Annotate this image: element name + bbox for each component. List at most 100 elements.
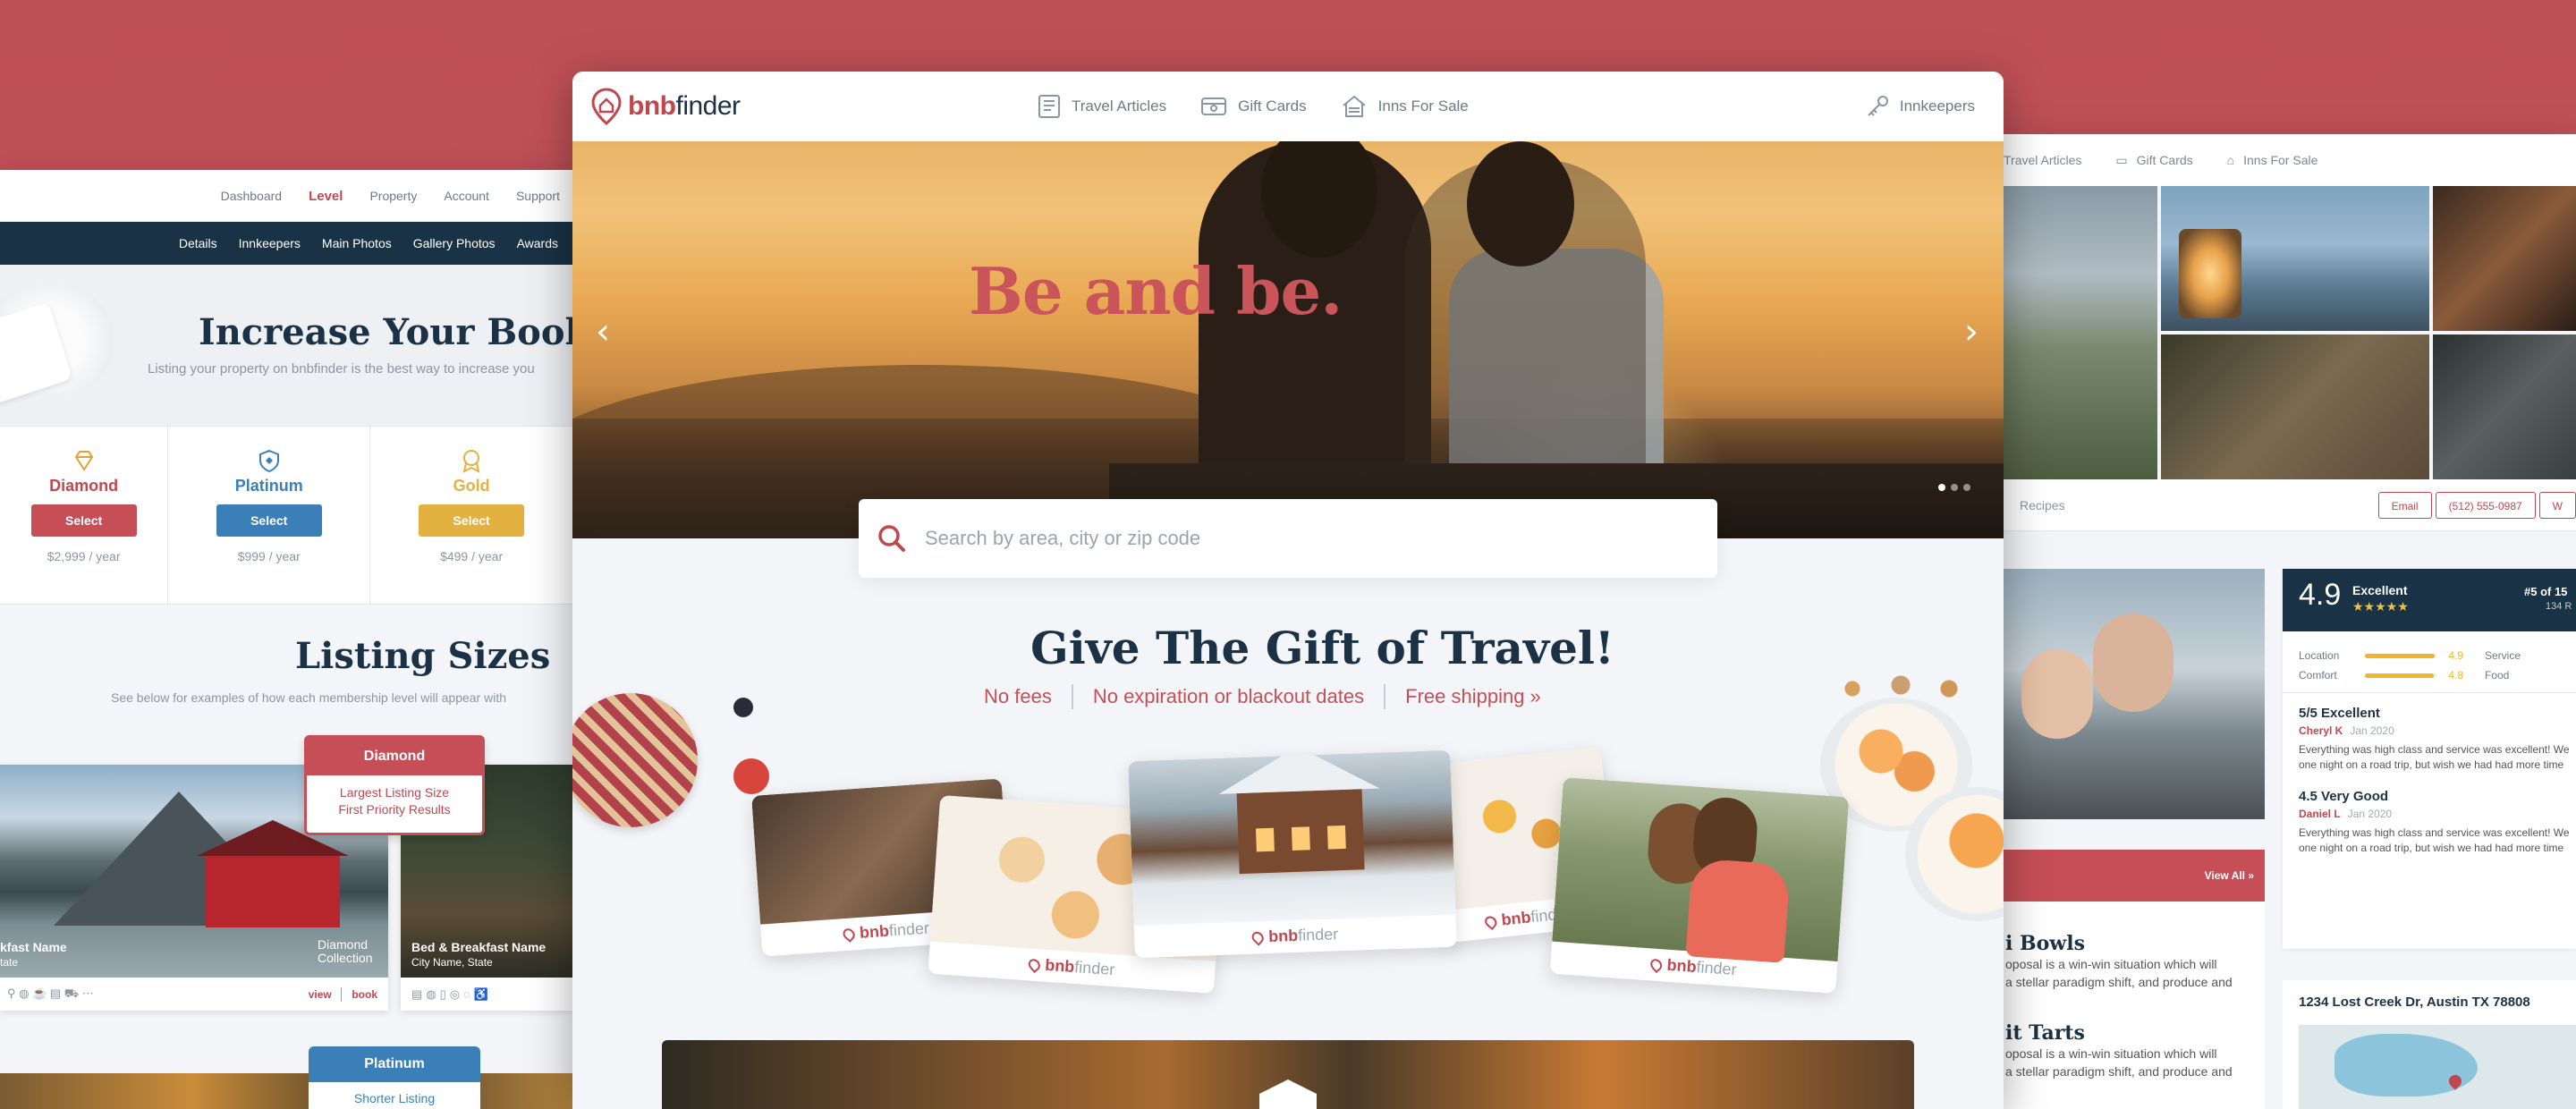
shirt-shape (1685, 858, 1791, 963)
rating-value: 4.9 (2448, 649, 2463, 662)
nav-support[interactable]: Support (516, 189, 560, 203)
recipe-title[interactable]: i Bowls (2004, 932, 2265, 955)
amenity-icons: ▤◍▯◎◌♿ (411, 986, 493, 1001)
key-icon (1868, 96, 1888, 116)
review-text: one night on a road trip, but wish we ha… (2299, 758, 2564, 771)
account-nav: Dashboard Level Property Account Support (0, 170, 572, 222)
perk-free-shipping-link[interactable]: Free shipping » (1405, 685, 1541, 708)
subnav-details[interactable]: Details (179, 236, 217, 250)
nav-gift-cards[interactable]: ▭ Gift Cards (2115, 153, 2192, 168)
review-score: 4.9 (2299, 578, 2342, 612)
book-link[interactable]: book (352, 988, 377, 1001)
nav-gift-cards-label: Gift Cards (1238, 97, 1307, 114)
review-count: 134 R (2546, 601, 2572, 612)
search-input[interactable] (925, 527, 1694, 550)
review-title: 4.5 Very Good (2299, 789, 2389, 804)
gift-card[interactable]: bnbfinder (1549, 777, 1850, 994)
carousel-prev-icon[interactable]: ‹ (596, 311, 610, 352)
inn-tabs: Recipes Email (512) 555-0987 W (2004, 479, 2576, 531)
tier-diamond-price: $2,999 / year (47, 549, 121, 563)
email-button[interactable]: Email (2377, 492, 2432, 519)
person-shape (2021, 649, 2093, 739)
diamond-tooltip: Diamond Largest Listing Size First Prior… (304, 735, 485, 835)
subnav-main-photos[interactable]: Main Photos (322, 236, 392, 250)
platinum-tooltip-title: Platinum (309, 1046, 480, 1082)
recipe-text: a stellar paradigm shift, and produce an… (2005, 975, 2233, 989)
map[interactable] (2299, 1025, 2576, 1109)
search-icon[interactable] (877, 523, 907, 554)
rating-bar-fill (2365, 673, 2434, 678)
review-title: 5/5 Excellent (2299, 706, 2380, 721)
medal-icon (459, 448, 484, 473)
gallery-photo-dock[interactable] (2161, 186, 2429, 331)
rating-label: Comfort (2299, 669, 2337, 681)
gallery-photo-lake[interactable] (2004, 186, 2157, 479)
rating-breakdown: Location 4.9 Service Comfort 4.8 Food (2283, 631, 2576, 693)
tier-platinum-name: Platinum (234, 477, 303, 495)
logo-text-bnb: bnb (1044, 955, 1076, 976)
nav-gift-cards-label: Gift Cards (2136, 153, 2193, 167)
gallery-photo-table[interactable] (2433, 186, 2576, 331)
carousel-dot[interactable] (1951, 484, 1958, 491)
hero-carousel: Be and be. ‹ › (572, 141, 2004, 538)
phone-button[interactable]: (512) 555-0987 (2435, 492, 2536, 519)
perk-no-fees: No fees (984, 685, 1052, 707)
select-platinum-button[interactable]: Select (216, 504, 322, 537)
nav-innkeepers[interactable]: Innkeepers (1866, 72, 1975, 141)
review-text: Everything was high class and service wa… (2299, 826, 2570, 839)
tier-platinum: Platinum Select $999 / year (168, 427, 371, 604)
red-house-shape (197, 820, 349, 927)
carousel-dot[interactable] (1963, 484, 1970, 491)
nav-inns-for-sale-label: Inns For Sale (1377, 97, 1469, 114)
recipe-text: a stellar paradigm shift, and produce an… (2005, 1064, 2233, 1079)
nav-gift-cards[interactable]: Gift Cards (1200, 96, 1307, 117)
review-author: Daniel L (2299, 808, 2341, 820)
nav-inns-for-sale[interactable]: ⌂ Inns For Sale (2227, 153, 2318, 167)
diamond-collection-badge: Diamond Collection (318, 938, 372, 965)
gift-card-logo: bnbfinder (1134, 921, 1457, 952)
review-rank: #5 of 15 (2524, 585, 2568, 598)
recipe-title[interactable]: it Tarts (2004, 1021, 2265, 1045)
property-subnav: Details Innkeepers Main Photos Gallery P… (0, 222, 572, 265)
carousel-next-icon[interactable]: › (1964, 311, 1979, 352)
subnav-innkeepers[interactable]: Innkeepers (239, 236, 301, 250)
nav-property[interactable]: Property (369, 189, 417, 203)
review-item: 4.5 Very Good Daniel L Jan 2020 Everythin… (2283, 776, 2576, 859)
tab-recipes[interactable]: Recipes (2020, 498, 2065, 512)
nav-dashboard[interactable]: Dashboard (221, 189, 283, 203)
logo-text-finder: finder (1695, 958, 1738, 979)
logo-text-bnb: bnb (859, 921, 890, 942)
select-diamond-button[interactable]: Select (30, 504, 137, 537)
review-date: Jan 2020 (2350, 724, 2394, 737)
nav-account[interactable]: Account (444, 189, 489, 203)
platinum-tooltip: Platinum Shorter Listing (309, 1046, 480, 1109)
bookings-hero: Increase Your Bookings Listing your prop… (0, 265, 572, 426)
bnbfinder-logo[interactable]: bnbfinder (590, 88, 741, 125)
tier-gold-price: $499 / year (440, 549, 504, 563)
gallery-photo-couple[interactable] (2161, 334, 2429, 479)
lantern-shape (2179, 229, 2241, 318)
article-icon (1038, 95, 1060, 118)
subnav-awards[interactable]: Awards (517, 236, 558, 250)
gallery-photo-drinks[interactable] (2433, 334, 2576, 479)
view-link[interactable]: view (309, 988, 332, 1001)
diamond-tooltip-line2: First Priority Results (338, 802, 451, 817)
platinum-tooltip-line1: Shorter Listing (353, 1091, 436, 1105)
primary-links: Travel Articles Gift Cards Inns For Sale (1038, 72, 1469, 141)
gift-card-featured[interactable]: bnbfinder (1128, 749, 1457, 959)
website-button[interactable]: W (2538, 492, 2576, 519)
inn-nav: Travel Articles ▭ Gift Cards ⌂ Inns For Sa… (2004, 134, 2576, 186)
photo-gallery (2004, 186, 2576, 479)
listing-photo-strip (0, 1073, 572, 1109)
nav-travel-articles[interactable]: Travel Articles (2004, 153, 2081, 167)
diamond-tooltip-title: Diamond (307, 738, 482, 775)
nav-travel-articles[interactable]: Travel Articles (1038, 94, 1166, 119)
nav-level[interactable]: Level (309, 189, 343, 204)
nav-travel-articles-label: Travel Articles (2004, 153, 2082, 167)
nav-inns-for-sale[interactable]: Inns For Sale (1341, 94, 1469, 119)
select-gold-button[interactable]: Select (419, 504, 525, 537)
subnav-gallery-photos[interactable]: Gallery Photos (413, 236, 496, 250)
recipes-card: View All » i Bowls oposal is a win-win s… (2004, 850, 2265, 1109)
view-all-link[interactable]: View All » (2205, 869, 2254, 882)
carousel-dot[interactable] (1938, 484, 1945, 491)
